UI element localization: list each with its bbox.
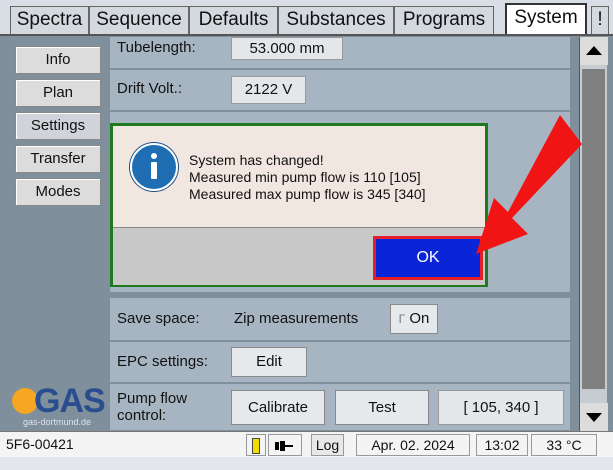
tab-bar: Spectra Sequence Defaults Substances Pro… [0,0,613,36]
info-icon [130,143,178,191]
status-date: Apr. 02. 2024 [356,434,470,456]
scroll-down-button[interactable] [580,403,608,431]
drift-voltage-label: Drift Volt.: [117,80,183,97]
save-space-label: Save space: [117,310,200,327]
row-drift-voltage: Drift Volt.: 2122 V [110,70,570,110]
battery-indicator [246,434,266,456]
dialog-body: System has changed! Measured min pump fl… [113,126,485,285]
device-id: 5F6-00421 [6,436,74,452]
toggle-mark: Γ [398,312,406,326]
nav-settings[interactable]: Settings [15,112,101,140]
dialog-line-3: Measured max pump flow is 345 [340] [189,186,426,202]
tab-alert[interactable]: ! [591,6,609,34]
dialog-line-1: System has changed! [189,152,324,168]
tab-defaults[interactable]: Defaults [189,6,278,34]
tab-spectra[interactable]: Spectra [10,6,89,34]
logo-subtitle: gas-dortmund.de [23,417,92,427]
bottom-strip [0,457,613,470]
test-button[interactable]: Test [335,390,429,425]
pump-flow-label: Pump flow control: [117,390,188,424]
system-changed-dialog: System has changed! Measured min pump fl… [110,123,488,287]
status-temperature: 33 °C [531,434,597,456]
tab-sequence[interactable]: Sequence [89,6,189,34]
tab-substances[interactable]: Substances [278,6,394,34]
plug-indicator [268,434,302,456]
dialog-line-2: Measured min pump flow is 110 [105] [189,169,421,185]
scroll-up-button[interactable] [580,37,608,65]
nav-modes[interactable]: Modes [15,178,101,206]
pump-flow-range: [ 105, 340 ] [438,390,564,425]
log-button[interactable]: Log [311,434,344,456]
zip-toggle[interactable]: Γ On [390,304,438,334]
plug-icon [275,441,293,452]
tab-system[interactable]: System [505,3,587,34]
calibrate-button[interactable]: Calibrate [231,390,325,425]
zip-toggle-label: On [409,310,430,327]
drift-voltage-value: 2122 V [231,76,306,104]
row-save-space: Save space: Zip measurements Γ On [110,298,570,340]
arrow-down-icon [586,413,602,422]
nav-info[interactable]: Info [15,46,101,74]
nav-plan[interactable]: Plan [15,79,101,107]
status-bar: 5F6-00421 Log Apr. 02. 2024 13:02 33 °C [0,431,613,457]
row-epc-settings: EPC settings: Edit [110,342,570,382]
nav-transfer[interactable]: Transfer [15,145,101,173]
status-time: 13:02 [476,434,528,456]
battery-icon [252,438,260,455]
tab-programs[interactable]: Programs [394,6,494,34]
tubelength-value: 53.000 mm [231,37,343,60]
epc-settings-label: EPC settings: [117,353,208,370]
ok-button[interactable]: OK [373,236,483,280]
zip-measurements-label: Zip measurements [234,310,359,327]
row-pump-flow: Pump flow control: Calibrate Test [ 105, … [110,384,570,430]
tubelength-label: Tubelength: [117,39,196,56]
arrow-up-icon [586,46,602,55]
row-tubelength: Tubelength: 53.000 mm [110,37,570,68]
gas-logo: GAS gas-dortmund.de [8,382,108,430]
logo-text: GAS [34,382,106,420]
scroll-thumb[interactable] [582,69,605,389]
red-arrow-annotation [476,115,582,254]
epc-edit-button[interactable]: Edit [231,347,307,377]
